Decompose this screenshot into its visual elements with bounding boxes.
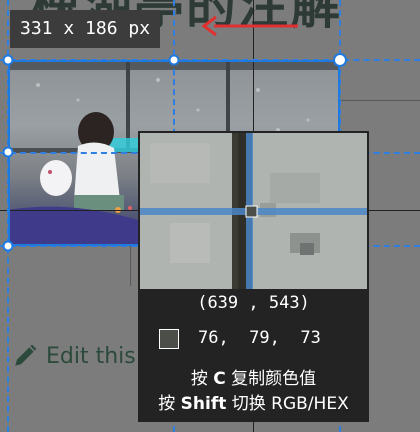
pencil-icon xyxy=(15,344,37,366)
background-divider xyxy=(340,100,420,101)
resize-handle-middle-left[interactable] xyxy=(2,146,14,158)
pixel-coordinate-label: (639 , 543) xyxy=(197,293,310,313)
color-swatch xyxy=(159,329,179,349)
resize-handle-top-left[interactable] xyxy=(2,54,14,66)
switch-format-hint: 按 Shift 切换 RGB/HEX xyxy=(158,394,349,414)
resize-handle-bottom-left[interactable] xyxy=(2,240,14,252)
shift-key: Shift xyxy=(180,394,227,414)
red-arrow-annotation xyxy=(201,15,298,37)
color-picker-magnifier: (639 , 543) 76, 79, 73 按 C 复制颜色值 按 Shift… xyxy=(138,131,369,422)
copy-color-hint: 按 C 复制颜色值 xyxy=(190,369,317,389)
resize-handle-top-center[interactable] xyxy=(168,54,180,66)
magnified-pixels xyxy=(140,133,367,289)
rgb-value-label: 76, 79, 73 xyxy=(198,328,321,348)
selection-size-label: 331 x 186 px xyxy=(10,10,161,48)
background-divider xyxy=(130,246,131,286)
copy-key: C xyxy=(213,369,226,389)
resize-handle-top-right[interactable] xyxy=(333,53,347,67)
